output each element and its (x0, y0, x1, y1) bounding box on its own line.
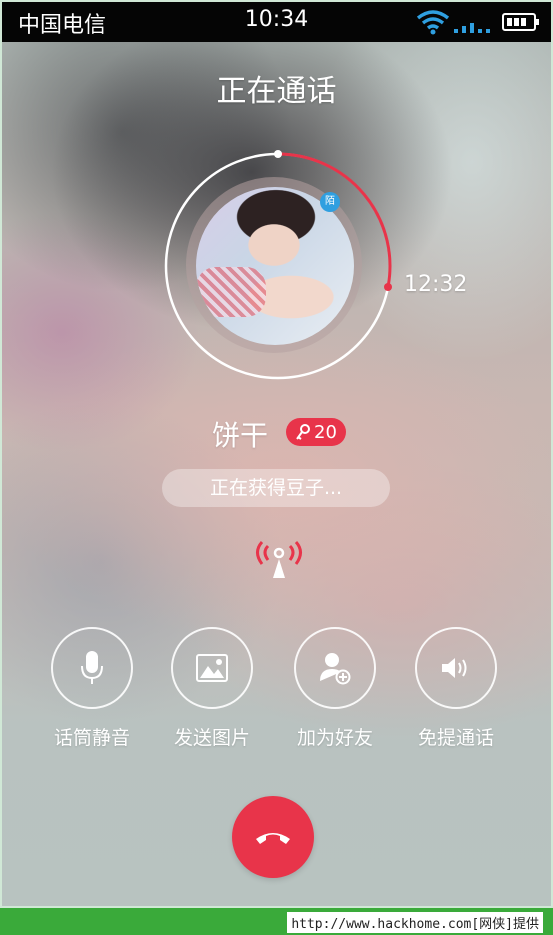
bean-count-badge: 20 (286, 418, 346, 446)
watermark-bar: http://www.hackhome.com[网侠]提供 (0, 908, 553, 935)
speaker-label: 免提通话 (417, 727, 494, 749)
wifi-icon (416, 10, 450, 35)
hang-up-icon (256, 833, 290, 844)
signal-bars-icon (454, 23, 490, 33)
hang-up-button[interactable] (232, 796, 314, 878)
add-friend-button-circle[interactable] (294, 627, 376, 709)
add-friend-button[interactable]: 加为好友 (285, 627, 385, 750)
call-duration: 12:32 (404, 272, 468, 297)
call-title: 正在通话 (216, 74, 337, 109)
mute-label: 话筒静音 (53, 727, 130, 749)
contact-name: 饼干 (212, 419, 269, 452)
send-image-button[interactable]: 发送图片 (162, 627, 262, 750)
send-image-label: 发送图片 (173, 727, 250, 749)
timer-start-dot (274, 150, 282, 158)
bean-count: 20 (314, 421, 337, 443)
status-bar: 中国电信 10:34 (2, 2, 551, 42)
image-icon (196, 654, 228, 682)
add-friend-label: 加为好友 (296, 727, 373, 749)
broadcast-icon (256, 540, 302, 578)
mute-button[interactable]: 话筒静音 (42, 627, 142, 750)
mute-button-circle[interactable] (51, 627, 133, 709)
microphone-icon (81, 651, 103, 684)
add-friend-icon (320, 653, 351, 685)
speaker-button-circle[interactable] (415, 627, 497, 709)
speaker-icon (442, 658, 467, 678)
key-icon (296, 424, 311, 440)
timer-progress-dot (384, 283, 392, 291)
send-image-button-circle[interactable] (171, 627, 253, 709)
avatar-badge: 陌 (320, 192, 340, 212)
speaker-button[interactable]: 免提通话 (406, 627, 506, 750)
call-screen: 中国电信 10:34 正在通话 陌 12:32 饼干 20 正在获得豆子... … (0, 0, 553, 908)
watermark-text: http://www.hackhome.com[网侠]提供 (287, 912, 543, 933)
call-status-pill: 正在获得豆子... (162, 469, 390, 507)
battery-icon (502, 13, 539, 31)
